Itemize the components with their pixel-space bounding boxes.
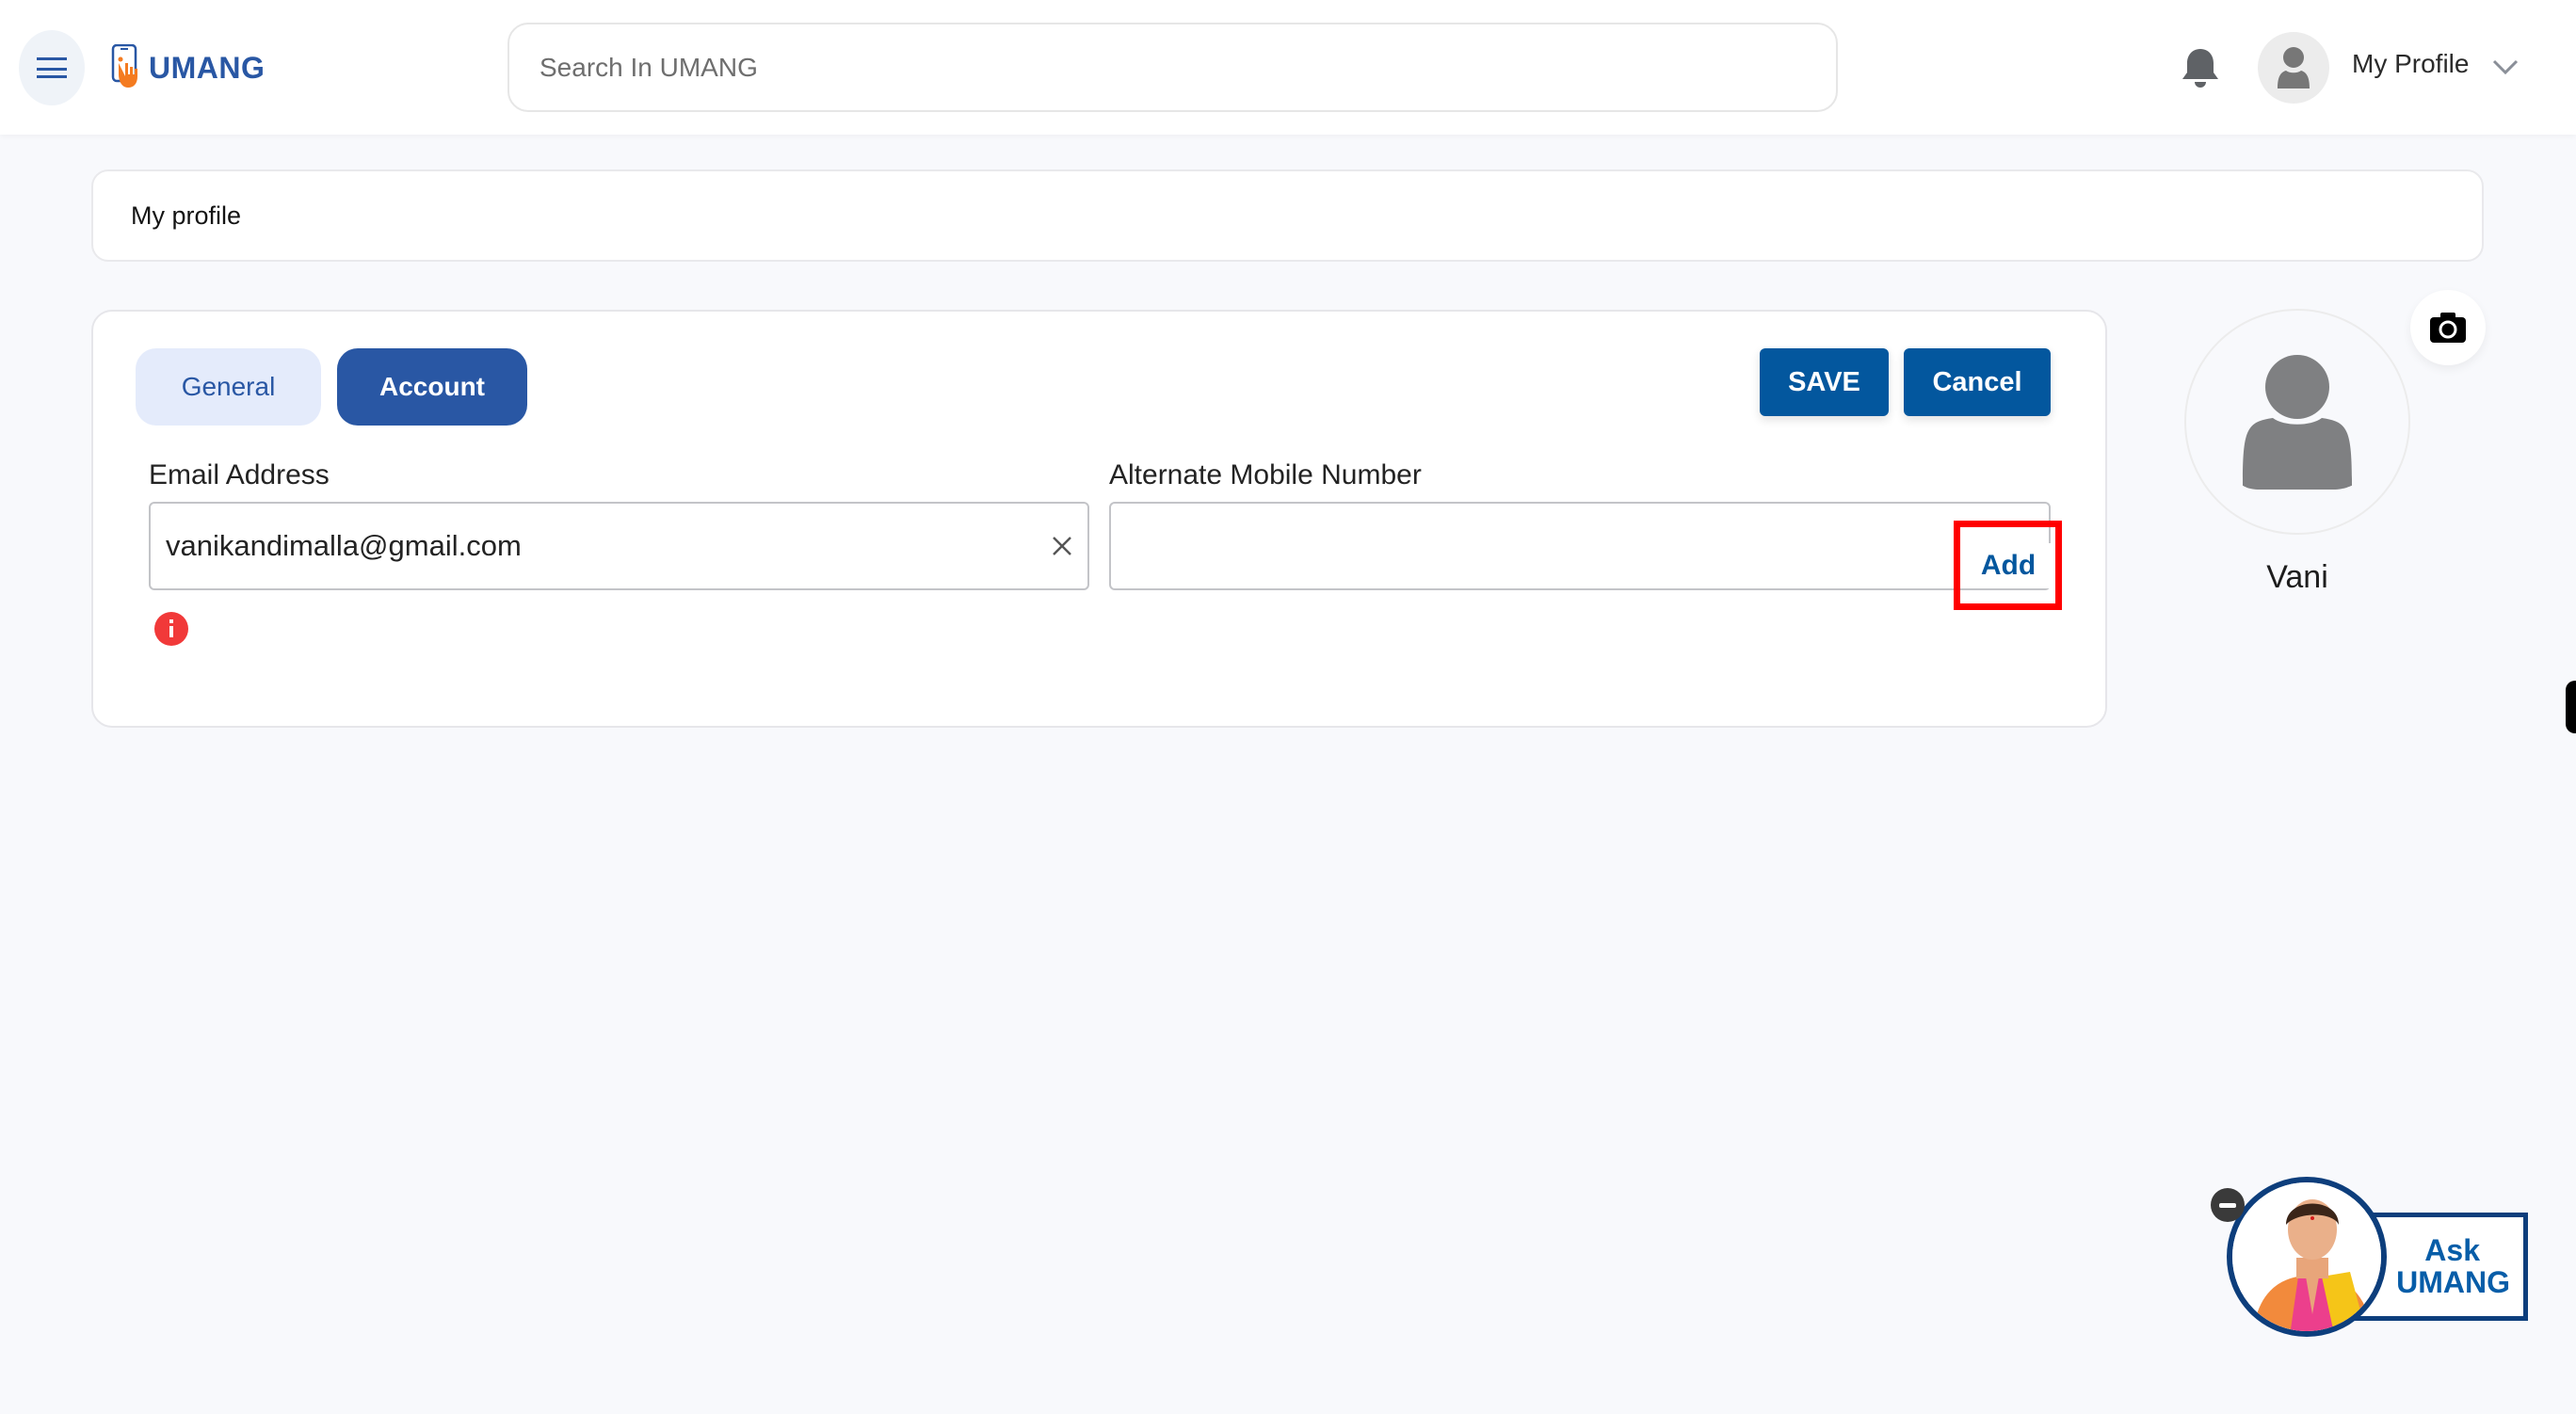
umang-logo[interactable]: UMANG [111, 43, 265, 92]
email-field-container [149, 502, 1089, 590]
add-mobile-button[interactable]: Add [1961, 543, 2055, 588]
my-profile-menu[interactable]: My Profile [2352, 49, 2469, 79]
error-info-icon [154, 612, 188, 646]
page-title: My profile [131, 201, 242, 230]
change-photo-button[interactable] [2410, 290, 2486, 365]
umang-logo-icon [111, 44, 137, 88]
side-drawer-handle[interactable] [2566, 681, 2576, 733]
minimize-assistant-button[interactable] [2211, 1188, 2245, 1222]
header-avatar[interactable] [2258, 32, 2329, 104]
save-button[interactable]: SAVE [1760, 348, 1889, 416]
brand-name: UMANG [149, 50, 266, 85]
user-icon [2278, 47, 2310, 88]
assistant-avatar [2227, 1177, 2387, 1337]
breadcrumb: My profile [91, 169, 2484, 262]
minus-icon [2219, 1202, 2236, 1208]
camera-icon [2430, 313, 2466, 343]
tab-general[interactable]: General [136, 348, 321, 426]
chevron-down-icon[interactable] [2491, 53, 2520, 81]
ask-umang-line1: Ask [2424, 1232, 2480, 1267]
notification-bell-icon[interactable] [2180, 45, 2221, 90]
ask-umang-chatbot[interactable]: Ask UMANG [2208, 1172, 2533, 1337]
profile-name: Vani [2266, 559, 2328, 595]
search-input[interactable] [539, 52, 1836, 83]
hamburger-menu-button[interactable] [19, 30, 85, 105]
profile-avatar [2184, 309, 2410, 535]
menu-icon [37, 57, 67, 78]
alternate-mobile-field[interactable] [1126, 529, 1945, 563]
alternate-mobile-container [1109, 502, 2051, 590]
tab-account[interactable]: Account [337, 348, 527, 426]
ask-umang-line2: UMANG [2396, 1264, 2510, 1299]
user-placeholder-icon [2243, 355, 2352, 490]
alternate-mobile-label: Alternate Mobile Number [1109, 459, 1422, 490]
clear-icon[interactable] [1046, 530, 1078, 562]
search-bar[interactable] [507, 23, 1838, 112]
email-field[interactable] [166, 529, 1087, 563]
email-label: Email Address [149, 459, 330, 490]
cancel-button[interactable]: Cancel [1904, 348, 2051, 416]
